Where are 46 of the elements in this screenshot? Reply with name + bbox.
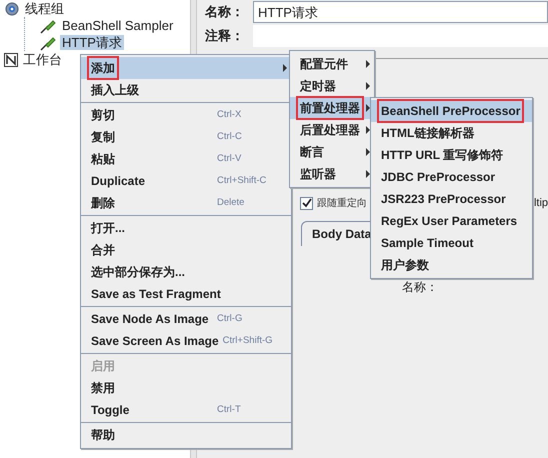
shortcut-label: Ctrl-T [217,402,242,417]
menu-item[interactable]: Save Screen As Image Ctrl+Shift-G [81,330,291,352]
column-header: 名称： [401,279,439,296]
pipette-icon [39,34,57,50]
menu-item[interactable]: JDBC PreProcessor [371,166,532,188]
menu-item[interactable]: 定时器 [290,75,374,97]
tree-node[interactable]: HTTP请求 [60,35,124,50]
menu-item[interactable]: 复制 Ctrl-C [81,126,291,148]
pipette-icon [39,18,57,34]
menu-item[interactable]: HTML链接解析器 [371,122,532,144]
menu-item[interactable]: 添加 [81,57,291,79]
menu-item[interactable]: 选中部分保存为... [81,261,291,283]
tree-node[interactable]: 工作台 [21,52,64,67]
menu-item[interactable]: 用户参数 [371,254,532,276]
field-label: 名称： [205,3,245,22]
shortcut-label: Ctrl+Shift-C [217,174,268,188]
menu-item[interactable]: Duplicate Ctrl+Shift-C [81,170,291,192]
checkbox-label: 跟随重定向 [317,196,367,210]
checkbox[interactable] [300,196,313,210]
menu-item[interactable]: 合并 [81,239,291,261]
menu-item[interactable]: 打开... [81,217,291,239]
tree-node[interactable]: 线程组 [23,1,66,16]
menu-item[interactable]: Save as Test Fragment [81,283,291,305]
shortcut-label: Ctrl-V [217,152,242,166]
field-label: 注释： [205,27,245,46]
menu-item[interactable]: 禁用 [81,377,291,399]
menu-item[interactable]: BeanShell PreProcessor [371,100,532,122]
shortcut-label: Ctrl-X [217,108,242,122]
menu-item[interactable]: Save Node As Image Ctrl-G [81,308,291,330]
menu-item[interactable]: 删除 Delete [81,192,291,214]
text-field[interactable]: HTTP请求 [253,1,548,23]
menu-item[interactable]: 插入上级 [81,79,291,101]
menu-item[interactable]: JSR223 PreProcessor [371,188,532,210]
workbench-icon [4,52,18,66]
tree-node[interactable]: BeanShell Sampler [60,18,176,33]
shortcut-label: Ctrl+Shift-G [222,334,274,348]
shortcut-label: Delete [217,196,246,210]
menu-item[interactable]: 帮助 [81,424,291,446]
menu-item[interactable]: 剪切 Ctrl-X [81,104,291,126]
menu-item[interactable]: HTTP URL 重写修饰符 [371,144,532,166]
menu-item[interactable]: 配置元件 [290,53,374,75]
menu-item[interactable]: Toggle Ctrl-T [81,399,291,421]
shortcut-label: Ctrl-G [217,312,244,326]
menu-item[interactable]: 粘贴 Ctrl-V [81,148,291,170]
shortcut-label: Ctrl-C [217,130,243,144]
option-label: ltip [534,196,548,211]
